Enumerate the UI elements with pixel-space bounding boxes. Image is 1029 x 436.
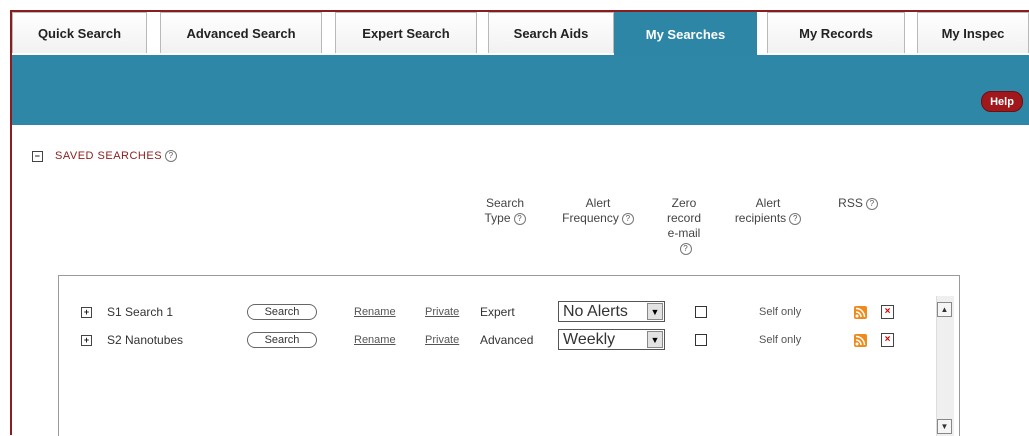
alert-recipients: Self only (759, 334, 802, 346)
scroll-up-icon[interactable]: ▲ (937, 302, 952, 317)
alert-frequency-select[interactable]: No Alerts ▼ (558, 301, 665, 322)
search-row: + S1 Search 1 Search Rename Private Expe… (59, 301, 959, 323)
col-zero-record-line1: Zero (671, 196, 697, 210)
help-icon[interactable]: ? (621, 212, 634, 225)
col-alert-frequency-line1: Alert (585, 196, 611, 210)
col-alert-recipients-line2: recipients (734, 211, 787, 225)
col-alert-frequency: Alert Frequency? (548, 196, 648, 226)
run-search-button[interactable]: Search (247, 304, 317, 320)
search-type: Advanced (480, 333, 534, 347)
saved-searches-header: − SAVED SEARCHES ? (32, 150, 178, 162)
rss-icon[interactable] (854, 333, 867, 347)
search-type: Expert (480, 305, 515, 319)
tab-bar: Quick Search Advanced Search Expert Sear… (12, 12, 1029, 55)
col-search-type: Search Type? (470, 196, 540, 226)
tab-advanced-search[interactable]: Advanced Search (160, 12, 322, 53)
help-icon[interactable]: ? (865, 197, 878, 210)
expand-icon[interactable]: + (81, 306, 92, 318)
saved-searches-panel: + S1 Search 1 Search Rename Private Expe… (58, 275, 960, 436)
search-row: + S2 Nanotubes Search Rename Private Adv… (59, 329, 959, 351)
alert-frequency-select[interactable]: Weekly ▼ (558, 329, 665, 350)
vertical-scrollbar[interactable]: ▲ ▼ (936, 296, 954, 436)
privacy-link[interactable]: Private (425, 306, 459, 318)
help-icon[interactable]: ? (513, 212, 526, 225)
delete-icon[interactable]: × (881, 305, 894, 319)
rename-link[interactable]: Rename (354, 306, 396, 318)
rename-link[interactable]: Rename (354, 334, 396, 346)
tab-expert-search[interactable]: Expert Search (335, 12, 477, 53)
col-rss-label: RSS (838, 196, 863, 210)
collapse-icon[interactable]: − (32, 150, 43, 162)
run-search-button[interactable]: Search (247, 332, 317, 348)
col-alert-recipients-line1: Alert (755, 196, 781, 210)
tab-search-aids[interactable]: Search Aids (488, 12, 614, 53)
col-rss: RSS? (828, 196, 888, 211)
rss-icon[interactable] (854, 305, 867, 319)
help-icon[interactable]: ? (165, 150, 178, 162)
scroll-down-icon[interactable]: ▼ (937, 419, 952, 434)
zero-record-email-checkbox[interactable] (695, 334, 707, 346)
alert-recipients: Self only (759, 306, 802, 318)
alert-frequency-value: No Alerts (563, 302, 628, 320)
alert-frequency-value: Weekly (563, 330, 616, 348)
col-search-type-line1: Search (485, 196, 525, 210)
tab-quick-search[interactable]: Quick Search (12, 12, 147, 53)
tab-my-records[interactable]: My Records (767, 12, 905, 53)
col-search-type-line2: Type (484, 211, 511, 225)
search-name: S1 Search 1 (107, 305, 174, 319)
help-icon[interactable]: ? (679, 242, 692, 255)
chevron-down-icon: ▼ (647, 331, 663, 348)
help-button[interactable]: Help (981, 91, 1023, 112)
expand-icon[interactable]: + (81, 334, 92, 346)
col-alert-frequency-line2: Frequency (562, 211, 619, 225)
chevron-down-icon: ▼ (647, 303, 663, 320)
tab-my-inspec[interactable]: My Inspec (917, 12, 1029, 53)
col-alert-recipients: Alert recipients? (718, 196, 818, 226)
delete-icon[interactable]: × (881, 333, 894, 347)
help-icon[interactable]: ? (789, 212, 802, 225)
col-zero-record-line2: record (666, 211, 701, 225)
privacy-link[interactable]: Private (425, 334, 459, 346)
section-title: SAVED SEARCHES (55, 150, 163, 162)
col-zero-record-line3: e-mail (667, 226, 701, 240)
col-zero-record: Zero record e-mail ? (654, 196, 714, 256)
tab-my-searches[interactable]: My Searches (614, 12, 757, 55)
search-name: S2 Nanotubes (107, 333, 184, 347)
zero-record-email-checkbox[interactable] (695, 306, 707, 318)
header-bar: Help (12, 55, 1029, 125)
